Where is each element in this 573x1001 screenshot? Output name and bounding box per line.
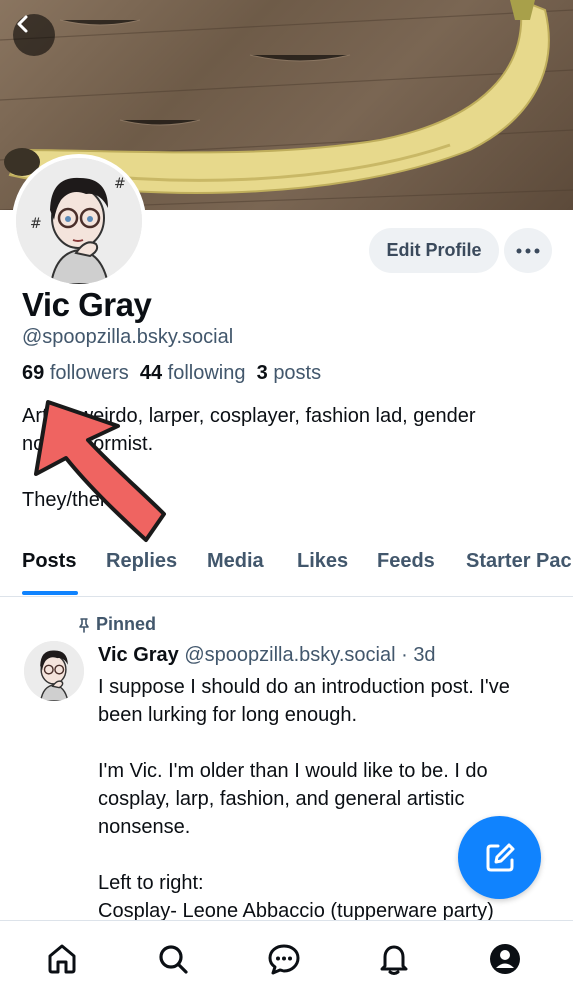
profile-tabs: Posts Replies Media Likes Feeds Starter …: [0, 544, 573, 597]
followers-count: 69: [22, 362, 45, 384]
more-options-button[interactable]: [504, 228, 552, 273]
tab-starter-packs[interactable]: Starter Packs: [466, 550, 573, 573]
posts-label: posts: [273, 362, 322, 384]
nav-profile[interactable]: [485, 939, 525, 979]
svg-text:#: #: [114, 176, 126, 192]
profile-display-name: Vic Gray: [22, 286, 152, 323]
svg-text:#: #: [30, 216, 42, 232]
bell-icon: [380, 945, 408, 975]
profile-handle: @spoopzilla.bsky.social: [22, 326, 234, 348]
following-label: following: [167, 362, 246, 384]
profile-stats: 69 followers 44 following 3 posts: [22, 362, 321, 385]
nav-home[interactable]: [42, 939, 82, 979]
post-author-handle[interactable]: @spoopzilla.bsky.social: [184, 644, 395, 666]
pinned-text: Pinned: [96, 614, 157, 634]
followers-link[interactable]: 69 followers: [22, 362, 129, 384]
tab-media[interactable]: Media: [207, 550, 264, 573]
following-link[interactable]: 44 following: [140, 362, 246, 384]
avatar-illustration-small: [24, 641, 84, 701]
tab-feeds[interactable]: Feeds: [377, 550, 435, 573]
tab-posts[interactable]: Posts: [22, 550, 76, 573]
nav-chat[interactable]: [264, 939, 304, 979]
followers-label: followers: [49, 362, 129, 384]
tab-likes[interactable]: Likes: [297, 550, 348, 573]
edit-profile-button[interactable]: Edit Profile: [369, 228, 499, 273]
nav-notifications[interactable]: [374, 939, 414, 979]
active-tab-indicator: [22, 591, 78, 595]
tab-replies[interactable]: Replies: [106, 550, 177, 573]
chevron-left-icon: [17, 15, 28, 33]
compose-button[interactable]: [458, 816, 541, 899]
post-author-name[interactable]: Vic Gray: [98, 644, 179, 666]
post-timestamp[interactable]: 3d: [413, 644, 435, 666]
profile-icon: [490, 944, 520, 974]
annotation-arrow: [34, 400, 166, 542]
search-icon: [159, 945, 188, 974]
pinned-label: Pinned: [76, 614, 156, 635]
pin-icon: [79, 617, 89, 633]
post-separator: ·: [401, 644, 408, 666]
profile-avatar[interactable]: # #: [12, 154, 146, 288]
posts-count: 3: [256, 362, 268, 384]
back-button[interactable]: [13, 14, 55, 56]
bottom-navigation: [0, 920, 573, 1001]
following-count: 44: [139, 362, 163, 384]
nav-search[interactable]: [153, 939, 193, 979]
chat-icon: [268, 944, 300, 975]
post-author-avatar[interactable]: [24, 641, 84, 701]
ellipsis-icon: [516, 248, 540, 253]
home-icon: [48, 944, 76, 974]
posts-stat: 3 posts: [257, 362, 322, 384]
compose-icon: [486, 843, 514, 871]
post-header: Vic Gray @spoopzilla.bsky.social · 3d: [98, 644, 436, 667]
avatar-illustration: # #: [16, 158, 142, 284]
